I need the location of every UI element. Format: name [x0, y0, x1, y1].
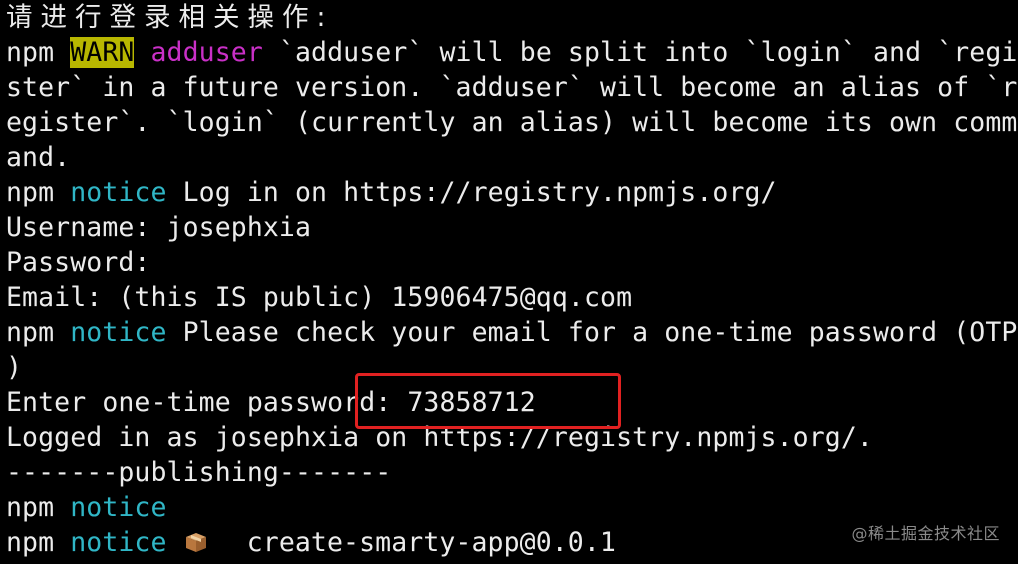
notice-message: Log in on https://registry.npmjs.org/: [166, 177, 777, 208]
publishing-divider: -------publishing-------: [6, 457, 392, 488]
terminal-line: and.: [6, 140, 1018, 175]
warn-label: WARN: [70, 37, 135, 68]
terminal-line: ster` in a future version. `adduser` wil…: [6, 70, 1018, 105]
notice-label: notice: [70, 527, 167, 558]
email-line: Email: (this IS public) 15906475@qq.com: [6, 282, 633, 313]
login-prompt-text: 请进行登录相关操作:: [6, 2, 334, 33]
terminal-line: -------publishing-------: [6, 455, 1018, 490]
npm-prefix: npm: [6, 527, 71, 558]
npm-prefix: npm: [6, 177, 71, 208]
notice-message-cont: ): [6, 352, 23, 383]
warn-message-cont: egister`. `login` (currently an alias) w…: [6, 107, 1018, 138]
terminal-line: npm WARN adduser `adduser` will be split…: [6, 35, 1018, 70]
adduser-command: adduser: [150, 37, 263, 68]
terminal-line: Email: (this IS public) 15906475@qq.com: [6, 280, 1018, 315]
npm-prefix: npm: [6, 317, 71, 348]
package-icon: [185, 533, 206, 552]
terminal-line: npm notice Please check your email for a…: [6, 315, 1018, 350]
warn-message: `adduser` will be split into `login` and…: [262, 37, 1018, 68]
warn-message-cont: and.: [6, 142, 71, 173]
notice-message: Please check your email for a one-time p…: [166, 317, 1018, 348]
terminal-line: Password:: [6, 245, 1018, 280]
terminal-line: npm notice Log in on https://registry.np…: [6, 175, 1018, 210]
notice-label: notice: [70, 492, 167, 523]
notice-label: notice: [70, 177, 167, 208]
terminal-line: egister`. `login` (currently an alias) w…: [6, 105, 1018, 140]
separator: [134, 37, 150, 68]
package-name: create-smarty-app@0.0.1: [214, 527, 616, 558]
username-line: Username: josephxia: [6, 212, 312, 243]
terminal-line: Username: josephxia: [6, 210, 1018, 245]
notice-label: notice: [70, 317, 167, 348]
terminal-output: 请进行登录相关操作: npm WARN adduser `adduser` wi…: [6, 0, 1018, 560]
npm-prefix: npm: [6, 492, 71, 523]
watermark: @稀土掘金技术社区: [851, 524, 1000, 543]
terminal-line: 请进行登录相关操作:: [6, 0, 1018, 35]
warn-message-cont: ster` in a future version. `adduser` wil…: [6, 72, 1018, 103]
terminal-window[interactable]: 请进行登录相关操作: npm WARN adduser `adduser` wi…: [0, 0, 1018, 564]
otp-highlight-box: [355, 373, 621, 429]
password-line: Password:: [6, 247, 151, 278]
npm-prefix: npm: [6, 37, 71, 68]
